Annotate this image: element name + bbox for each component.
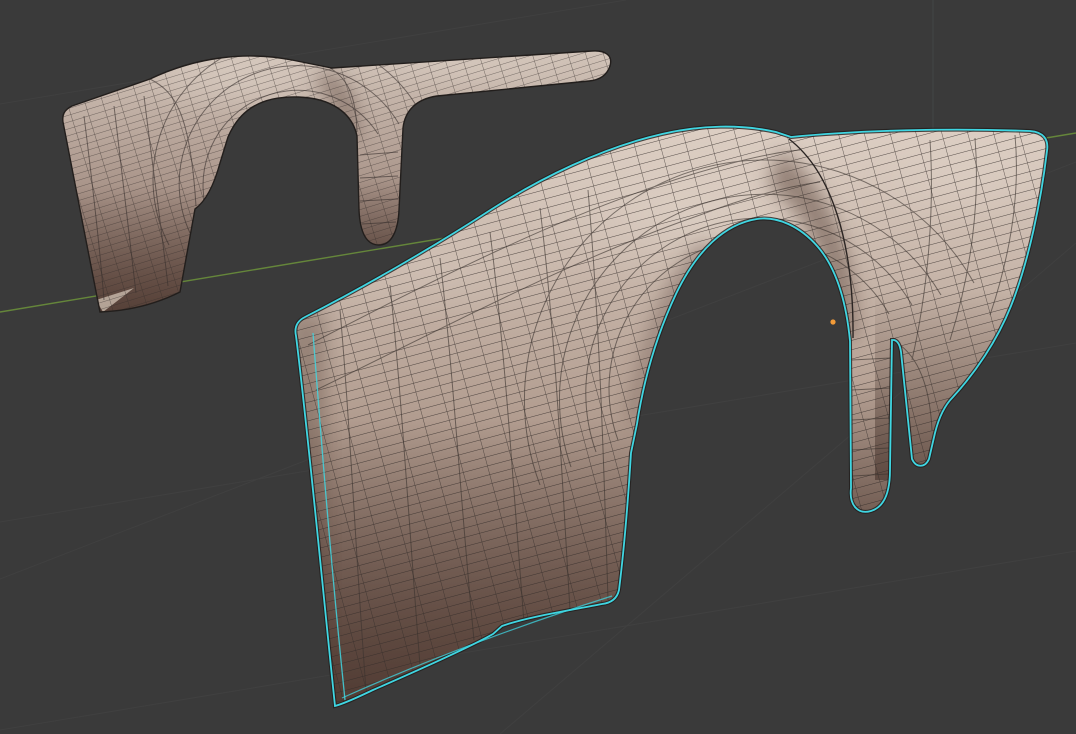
viewport-canvas[interactable] [0,0,1076,734]
viewport[interactable] [0,0,1076,734]
origin-dot [830,319,836,325]
